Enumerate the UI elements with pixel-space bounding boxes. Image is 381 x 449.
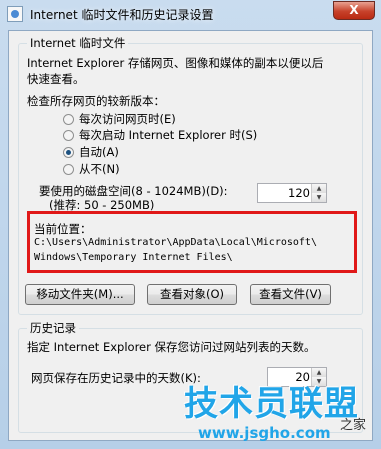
current-location-path-line1: C:\Users\Administrator\AppData\Local\Mic…: [34, 237, 317, 248]
current-location-path-line2: Windows\Temporary Internet Files\: [34, 252, 233, 263]
watermark: 技术员联盟 www.jsgho.com 之家: [184, 376, 379, 447]
temp-files-legend: Internet 临时文件: [27, 35, 129, 51]
disk-space-down-icon[interactable]: ▼: [312, 193, 326, 202]
radio-every-visit[interactable]: 每次访问网页时(E): [63, 111, 176, 127]
disk-space-arrows[interactable]: ▲ ▼: [311, 184, 326, 202]
radio-every-start-label: 每次启动 Internet Explorer 时(S): [79, 128, 258, 142]
move-folder-button[interactable]: 移动文件夹(M)...: [25, 284, 135, 305]
history-description: 指定 Internet Explorer 保存您访问过网站列表的天数。: [27, 340, 316, 354]
radio-automatic-label: 自动(A): [79, 145, 119, 159]
disk-space-up-icon[interactable]: ▲: [312, 184, 326, 193]
radio-never[interactable]: 从不(N): [63, 161, 120, 177]
temp-files-description-line1: Internet Explorer 存储网页、图像和媒体的副本以便以后: [27, 56, 324, 70]
watermark-tail: 之家: [340, 418, 367, 433]
radio-every-start[interactable]: 每次启动 Internet Explorer 时(S): [63, 127, 257, 143]
history-legend: 历史记录: [27, 320, 79, 336]
radio-never-indicator[interactable]: [63, 163, 74, 175]
close-button[interactable]: X: [333, 1, 375, 20]
radio-every-start-indicator[interactable]: [63, 129, 74, 141]
temp-files-description-line2: 快速查看。: [27, 72, 85, 86]
watermark-url: www.jsgho.com: [198, 424, 331, 442]
settings-window: Internet 临时文件和历史记录设置 X Internet 临时文件 Int…: [0, 0, 381, 449]
radio-every-visit-indicator[interactable]: [63, 113, 74, 125]
window-title: Internet 临时文件和历史记录设置: [30, 8, 214, 22]
watermark-logo: 技术员联盟: [184, 384, 359, 424]
radio-never-label: 从不(N): [79, 162, 120, 176]
view-files-button[interactable]: 查看文件(V): [250, 284, 331, 305]
disk-space-stepper[interactable]: 120 ▲ ▼: [257, 183, 327, 203]
title-bar: Internet 临时文件和历史记录设置 X: [0, 0, 381, 28]
disk-space-value[interactable]: 120: [288, 186, 310, 200]
history-days-label: 网页保存在历史记录中的天数(K):: [31, 371, 201, 385]
view-objects-button[interactable]: 查看对象(O): [147, 284, 237, 305]
radio-automatic[interactable]: 自动(A): [63, 144, 119, 160]
check-newer-label: 检查所存网页的较新版本：: [27, 94, 165, 108]
app-icon: [7, 6, 23, 22]
radio-automatic-indicator[interactable]: [63, 146, 74, 158]
radio-every-visit-label: 每次访问网页时(E): [79, 112, 176, 126]
current-location-label: 当前位置：: [34, 222, 92, 236]
